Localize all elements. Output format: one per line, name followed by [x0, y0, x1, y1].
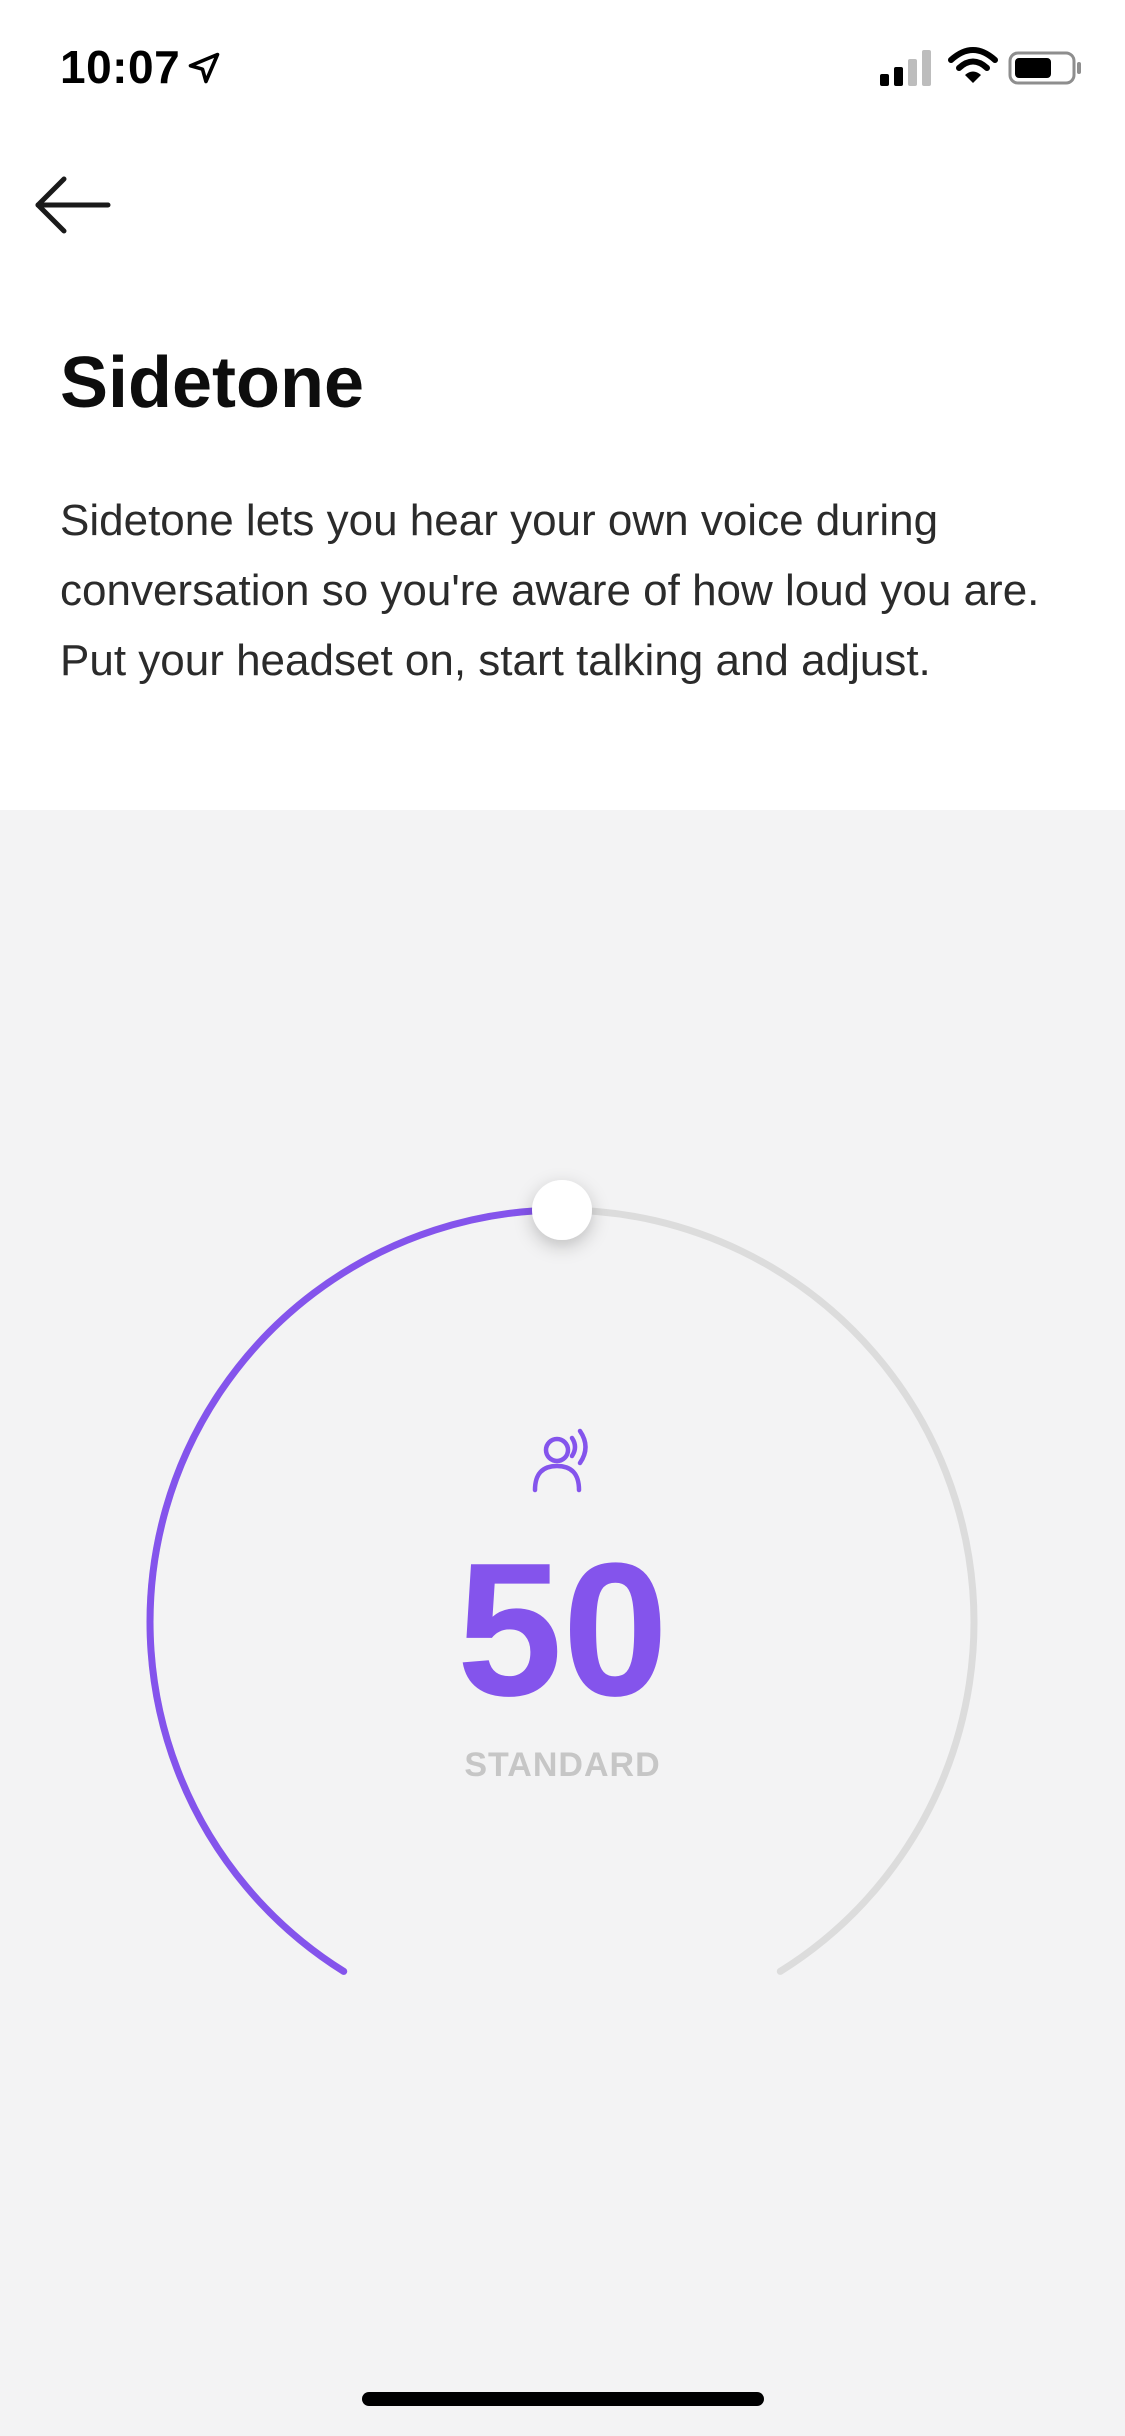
description: Sidetone lets you hear your own voice du…	[60, 486, 1070, 696]
dial-knob[interactable]	[532, 1180, 592, 1240]
status-time: 10:07	[60, 41, 181, 93]
battery-icon	[1008, 51, 1081, 85]
back-button[interactable]	[24, 160, 124, 250]
sidetone-control-area: 50 STANDARD	[0, 810, 1125, 2436]
arrow-left-icon	[35, 176, 111, 234]
page-title: Sidetone	[60, 343, 365, 423]
status-bar: 10:07	[0, 0, 1125, 140]
wifi-icon	[948, 47, 998, 83]
description-text: Sidetone lets you hear your own voice du…	[60, 496, 1040, 615]
cellular-signal-icon	[880, 50, 931, 86]
home-indicator	[362, 2392, 764, 2406]
location-arrow-icon	[188, 52, 220, 84]
sidetone-mode-label: STANDARD	[464, 1746, 661, 1784]
person-voice-icon	[532, 1428, 588, 1493]
sidetone-value: 50	[456, 1524, 669, 1736]
description-instruction: Put your headset on, start talking and a…	[60, 636, 931, 685]
